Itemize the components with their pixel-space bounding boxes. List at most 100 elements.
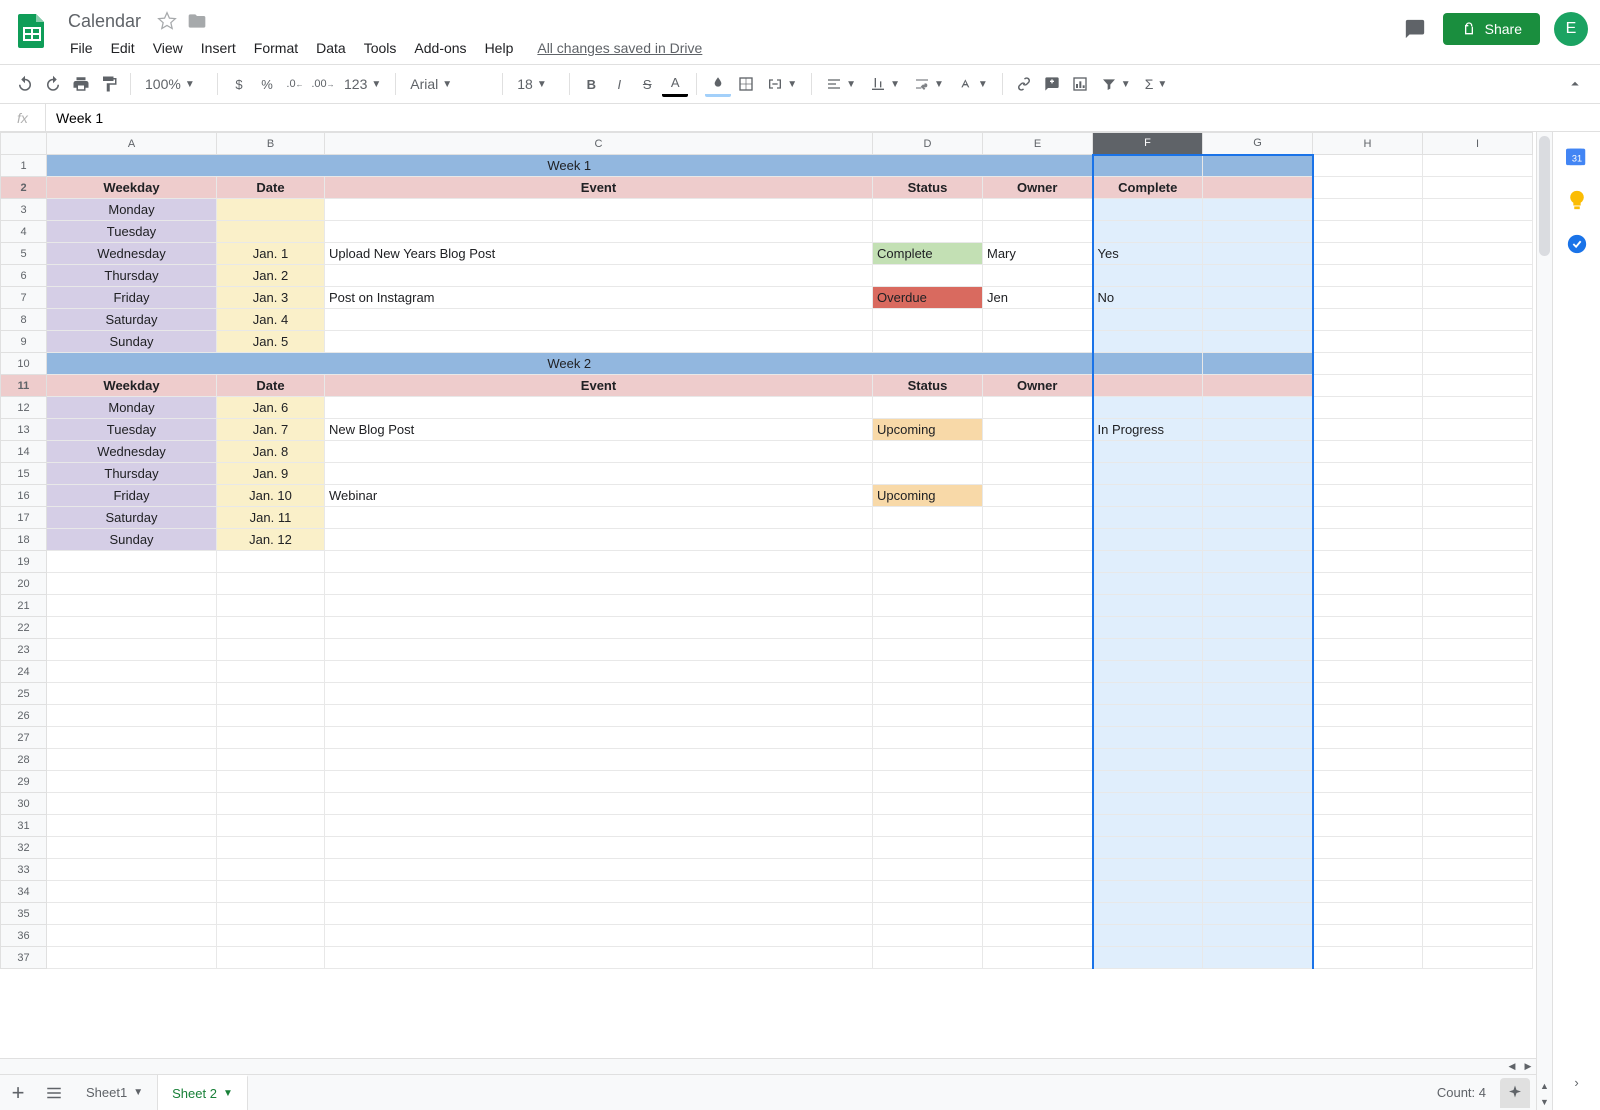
add-sheet-button[interactable]: +	[0, 1075, 36, 1110]
cell-G6[interactable]	[1203, 265, 1313, 287]
cell-G24[interactable]	[1203, 661, 1313, 683]
cell-B26[interactable]	[217, 705, 325, 727]
cell-I27[interactable]	[1423, 727, 1533, 749]
cell-E37[interactable]	[983, 947, 1093, 969]
cell-I4[interactable]	[1423, 221, 1533, 243]
row-header-6[interactable]: 6	[1, 265, 47, 287]
row-header-29[interactable]: 29	[1, 771, 47, 793]
column-header-E[interactable]: E	[983, 133, 1093, 155]
cell-C4[interactable]	[325, 221, 873, 243]
cell-G35[interactable]	[1203, 903, 1313, 925]
cell-H3[interactable]	[1313, 199, 1423, 221]
vertical-scrollbar[interactable]: ▲ ▼	[1536, 132, 1552, 1110]
horizontal-align-button[interactable]: ▼	[820, 71, 862, 97]
cell-F20[interactable]	[1093, 573, 1203, 595]
cell-G11[interactable]	[1203, 375, 1313, 397]
cell-F35[interactable]	[1093, 903, 1203, 925]
text-color-button[interactable]: A	[662, 71, 688, 97]
cell-D19[interactable]	[873, 551, 983, 573]
cell-F21[interactable]	[1093, 595, 1203, 617]
cell-H22[interactable]	[1313, 617, 1423, 639]
cell-E12[interactable]	[983, 397, 1093, 419]
cell-D20[interactable]	[873, 573, 983, 595]
cell-G16[interactable]	[1203, 485, 1313, 507]
row-header-14[interactable]: 14	[1, 441, 47, 463]
calendar-addon-icon[interactable]: 31	[1565, 144, 1589, 168]
cell-C9[interactable]	[325, 331, 873, 353]
cell-E23[interactable]	[983, 639, 1093, 661]
cell-D28[interactable]	[873, 749, 983, 771]
cell-A21[interactable]	[47, 595, 217, 617]
cell-H4[interactable]	[1313, 221, 1423, 243]
cell-H10[interactable]	[1313, 353, 1423, 375]
scroll-down-icon[interactable]: ▼	[1537, 1094, 1552, 1110]
cell-C28[interactable]	[325, 749, 873, 771]
header-cell-E2[interactable]: Owner	[983, 177, 1093, 199]
cell-F19[interactable]	[1093, 551, 1203, 573]
cell-A27[interactable]	[47, 727, 217, 749]
cell-I15[interactable]	[1423, 463, 1533, 485]
cell-A30[interactable]	[47, 793, 217, 815]
cell-G12[interactable]	[1203, 397, 1313, 419]
cell-F13[interactable]: In Progress	[1093, 419, 1203, 441]
row-header-1[interactable]: 1	[1, 155, 47, 177]
cell-G5[interactable]	[1203, 243, 1313, 265]
cell-H13[interactable]	[1313, 419, 1423, 441]
cell-D4[interactable]	[873, 221, 983, 243]
decrease-decimal-button[interactable]: .0←	[282, 71, 308, 97]
cell-A8[interactable]: Saturday	[47, 309, 217, 331]
scroll-right-icon[interactable]: ▶	[1520, 1059, 1536, 1074]
cell-I3[interactable]	[1423, 199, 1533, 221]
cell-H18[interactable]	[1313, 529, 1423, 551]
cell-H5[interactable]	[1313, 243, 1423, 265]
cell-C13[interactable]: New Blog Post	[325, 419, 873, 441]
cell-I14[interactable]	[1423, 441, 1533, 463]
cell-H27[interactable]	[1313, 727, 1423, 749]
row-header-31[interactable]: 31	[1, 815, 47, 837]
row-header-17[interactable]: 17	[1, 507, 47, 529]
cell-G23[interactable]	[1203, 639, 1313, 661]
cell-G32[interactable]	[1203, 837, 1313, 859]
cell-A28[interactable]	[47, 749, 217, 771]
row-header-18[interactable]: 18	[1, 529, 47, 551]
row-header-7[interactable]: 7	[1, 287, 47, 309]
cell-A18[interactable]: Sunday	[47, 529, 217, 551]
cell-A37[interactable]	[47, 947, 217, 969]
cell-G25[interactable]	[1203, 683, 1313, 705]
cell-H24[interactable]	[1313, 661, 1423, 683]
cell-A19[interactable]	[47, 551, 217, 573]
cell-E22[interactable]	[983, 617, 1093, 639]
cell-G33[interactable]	[1203, 859, 1313, 881]
cell-F16[interactable]	[1093, 485, 1203, 507]
cell-H21[interactable]	[1313, 595, 1423, 617]
header-cell-D11[interactable]: Status	[873, 375, 983, 397]
cell-B31[interactable]	[217, 815, 325, 837]
cell-C35[interactable]	[325, 903, 873, 925]
comments-button[interactable]	[1401, 15, 1429, 43]
cell-C8[interactable]	[325, 309, 873, 331]
scroll-left-icon[interactable]: ◀	[1504, 1059, 1520, 1074]
cell-D18[interactable]	[873, 529, 983, 551]
cell-F23[interactable]	[1093, 639, 1203, 661]
cell-H20[interactable]	[1313, 573, 1423, 595]
cell-E7[interactable]: Jen	[983, 287, 1093, 309]
horizontal-scrollbar[interactable]: ◀ ▶	[0, 1058, 1536, 1074]
redo-button[interactable]	[40, 71, 66, 97]
row-header-30[interactable]: 30	[1, 793, 47, 815]
document-title[interactable]: Calendar	[62, 9, 147, 34]
column-header-D[interactable]: D	[873, 133, 983, 155]
cell-I1[interactable]	[1423, 155, 1533, 177]
cell-C25[interactable]	[325, 683, 873, 705]
fill-color-button[interactable]	[705, 71, 731, 97]
cell-I13[interactable]	[1423, 419, 1533, 441]
cell-E31[interactable]	[983, 815, 1093, 837]
cell-B19[interactable]	[217, 551, 325, 573]
menu-insert[interactable]: Insert	[193, 36, 244, 60]
cell-D13[interactable]: Upcoming	[873, 419, 983, 441]
cell-A7[interactable]: Friday	[47, 287, 217, 309]
row-header-33[interactable]: 33	[1, 859, 47, 881]
cell-C29[interactable]	[325, 771, 873, 793]
cell-H9[interactable]	[1313, 331, 1423, 353]
cell-B16[interactable]: Jan. 10	[217, 485, 325, 507]
cell-D7[interactable]: Overdue	[873, 287, 983, 309]
